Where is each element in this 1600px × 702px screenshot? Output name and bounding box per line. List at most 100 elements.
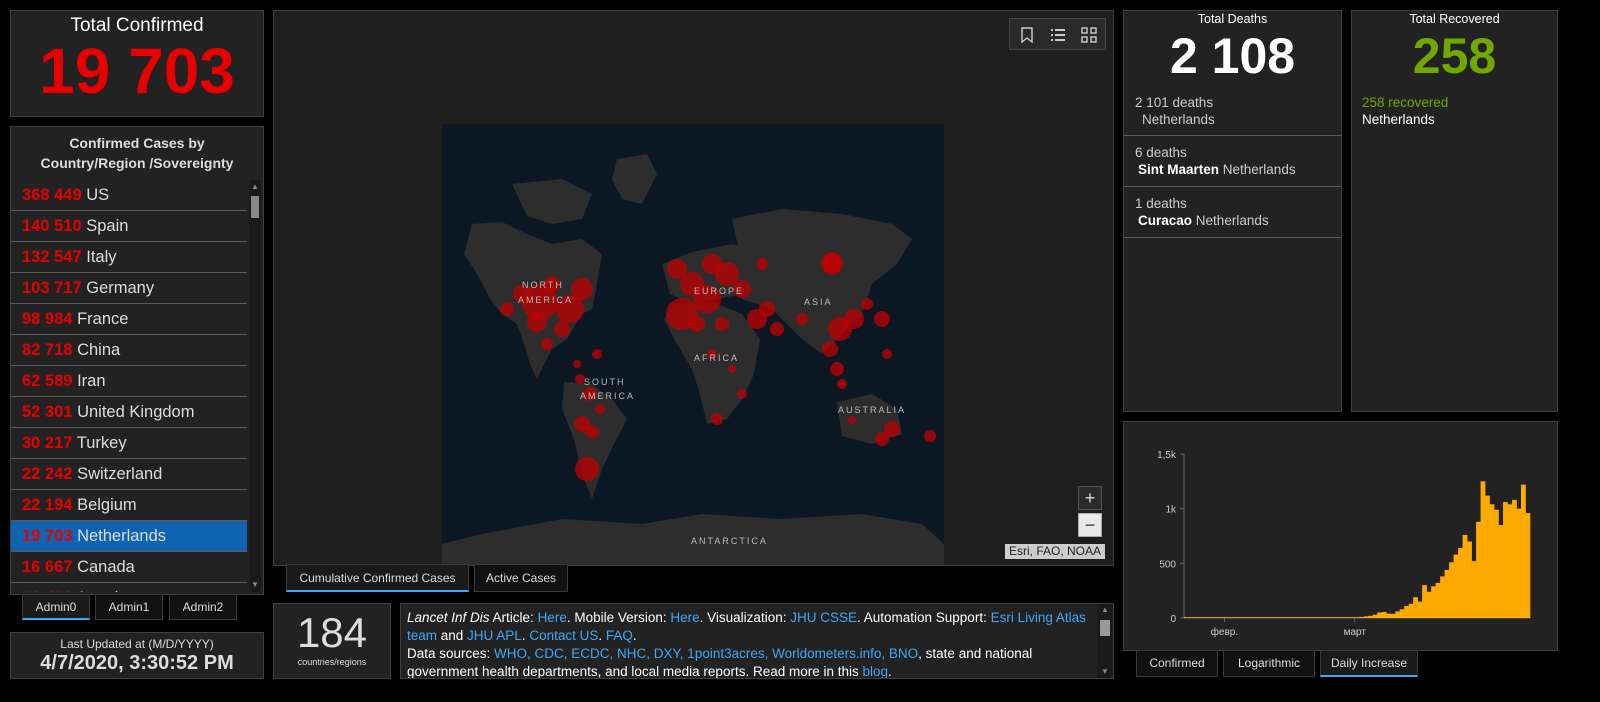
country-list-item[interactable]: 19 703 Netherlands xyxy=(11,521,247,552)
country-name: France xyxy=(77,310,129,328)
chart-bar xyxy=(1255,617,1261,618)
map-label-south-america-2: AMERICA xyxy=(580,391,635,401)
country-case-count: 368 449 xyxy=(22,186,82,204)
chart-bar xyxy=(1354,617,1360,618)
country-case-count: 19 703 xyxy=(22,527,73,545)
info-scroll-thumb[interactable] xyxy=(1100,620,1110,636)
tab-admin1[interactable]: Admin1 xyxy=(95,594,163,620)
zoom-in-button[interactable]: + xyxy=(1078,486,1102,510)
chart-bar xyxy=(1273,617,1279,618)
country-list-item[interactable]: 12 488 Austria xyxy=(11,583,247,592)
country-list-item[interactable]: 82 718 China xyxy=(11,335,247,366)
link-faq[interactable]: FAQ xyxy=(606,628,633,643)
country-case-count: 16 667 xyxy=(22,558,73,576)
chart-y-tick-label: 1,5k xyxy=(1157,450,1177,461)
country-list-item[interactable]: 132 547 Italy xyxy=(11,242,247,273)
scroll-up-icon[interactable]: ▲ xyxy=(249,180,261,194)
link-data-sources[interactable]: WHO, CDC, ECDC, NHC, DXY, 1point3acres, … xyxy=(494,646,918,661)
deaths-item: 6 deaths Sint Maarten Netherlands xyxy=(1124,136,1341,187)
tab-active-cases[interactable]: Active Cases xyxy=(474,564,568,592)
chart-bar xyxy=(1408,603,1414,618)
chart-bar xyxy=(1381,611,1387,618)
chart-bar xyxy=(1449,562,1454,618)
country-list-item[interactable]: 98 984 France xyxy=(11,304,247,335)
list-icon[interactable] xyxy=(1050,27,1066,43)
link-blog[interactable]: blog xyxy=(863,664,889,678)
country-list[interactable]: 368 449 US 140 510 Spain 132 547 Italy 103 … xyxy=(11,180,247,592)
country-name: United Kingdom xyxy=(77,403,195,421)
chart-y-tick-label: 1k xyxy=(1165,505,1177,516)
link-jhu-apl[interactable]: JHU APL xyxy=(467,628,522,643)
world-map[interactable]: NORTH AMERICA EUROPE ASIA AFRICA SOUTH A… xyxy=(442,124,944,566)
chart-bar xyxy=(1350,617,1356,618)
tab-chart-logarithmic[interactable]: Logarithmic xyxy=(1223,650,1315,677)
link-jhu-csse[interactable]: JHU CSSE xyxy=(790,610,857,625)
qr-grid-icon[interactable] xyxy=(1081,27,1097,43)
chart-bar xyxy=(1300,617,1306,618)
chart-bar xyxy=(1296,617,1302,618)
info-scroll-up-icon[interactable]: ▲ xyxy=(1097,604,1113,616)
total-recovered-value: 258 xyxy=(1412,28,1497,84)
chart-bar xyxy=(1332,617,1338,618)
deaths-count: 6 deaths xyxy=(1135,145,1187,160)
chart-bar xyxy=(1206,617,1212,618)
chart-bar xyxy=(1525,513,1531,618)
country-case-count: 103 717 xyxy=(22,279,82,297)
map-panel[interactable]: NORTH AMERICA EUROPE ASIA AFRICA SOUTH A… xyxy=(273,10,1114,566)
country-name: US xyxy=(86,186,110,204)
zoom-out-button[interactable]: − xyxy=(1078,513,1102,537)
tab-admin2[interactable]: Admin2 xyxy=(169,594,237,620)
chart-bar xyxy=(1440,576,1445,618)
country-list-item[interactable]: 140 510 Spain xyxy=(11,211,247,242)
recovered-item: 258 recovered Netherlands xyxy=(1352,83,1557,135)
chart-bar xyxy=(1242,617,1248,618)
chart-bar xyxy=(1359,616,1365,618)
list-scrollbar[interactable]: ▲ ▼ xyxy=(249,180,261,592)
recovered-country: Netherlands xyxy=(1362,112,1435,127)
info-scrollbar[interactable]: ▲ ▼ xyxy=(1097,604,1113,678)
chart-bar xyxy=(1512,499,1517,618)
tab-admin0[interactable]: Admin0 xyxy=(22,594,90,620)
link-mobile[interactable]: Here xyxy=(670,610,699,625)
country-name: Austria xyxy=(76,589,127,592)
chart-bar xyxy=(1413,597,1418,618)
tab-chart-daily-increase[interactable]: Daily Increase xyxy=(1320,650,1418,677)
country-list-item[interactable]: 30 217 Turkey xyxy=(11,428,247,459)
country-list-item[interactable]: 368 449 US xyxy=(11,180,247,211)
scroll-down-icon[interactable]: ▼ xyxy=(249,578,261,592)
total-deaths-label: Total Deaths xyxy=(1197,12,1268,26)
link-contact-us[interactable]: Contact US xyxy=(529,628,598,643)
chart-bar xyxy=(1507,504,1513,618)
map-label-africa: AFRICA xyxy=(694,353,739,363)
country-list-item[interactable]: 22 242 Switzerland xyxy=(11,459,247,490)
link-article[interactable]: Here xyxy=(538,610,567,625)
bookmark-icon[interactable] xyxy=(1020,27,1034,43)
chart-y-tick-label: 0 xyxy=(1170,614,1176,625)
country-case-count: 132 547 xyxy=(22,248,82,266)
chart-bar xyxy=(1305,617,1311,618)
country-list-item[interactable]: 103 717 Germany xyxy=(11,273,247,304)
recovered-count: 258 recovered xyxy=(1362,95,1449,110)
country-list-item[interactable]: 52 301 United Kingdom xyxy=(11,397,247,428)
total-confirmed-panel: Total Confirmed 19 703 xyxy=(10,10,264,117)
chart-bar xyxy=(1197,617,1203,618)
chart-bar xyxy=(1341,617,1347,618)
country-list-item[interactable]: 22 194 Belgium xyxy=(11,490,247,521)
chart-bar xyxy=(1498,525,1504,618)
country-list-item[interactable]: 62 589 Iran xyxy=(11,366,247,397)
chart-x-tick-label: февр. xyxy=(1211,626,1238,638)
tab-cumulative-confirmed[interactable]: Cumulative Confirmed Cases xyxy=(286,564,469,592)
chart-bar xyxy=(1444,569,1450,618)
deaths-country: Netherlands xyxy=(1195,213,1269,228)
country-name: Iran xyxy=(77,372,106,390)
chart-bar xyxy=(1184,617,1189,618)
chart-bar xyxy=(1201,617,1207,618)
chart-bar xyxy=(1503,502,1508,618)
country-list-item[interactable]: 16 667 Canada xyxy=(11,552,247,583)
map-label-australia: AUSTRALIA xyxy=(838,405,906,415)
scroll-thumb[interactable] xyxy=(251,196,259,218)
info-scroll-down-icon[interactable]: ▼ xyxy=(1097,666,1113,678)
tab-chart-confirmed[interactable]: Confirmed xyxy=(1136,650,1218,677)
country-name: China xyxy=(77,341,121,359)
chart-bar xyxy=(1192,617,1198,618)
